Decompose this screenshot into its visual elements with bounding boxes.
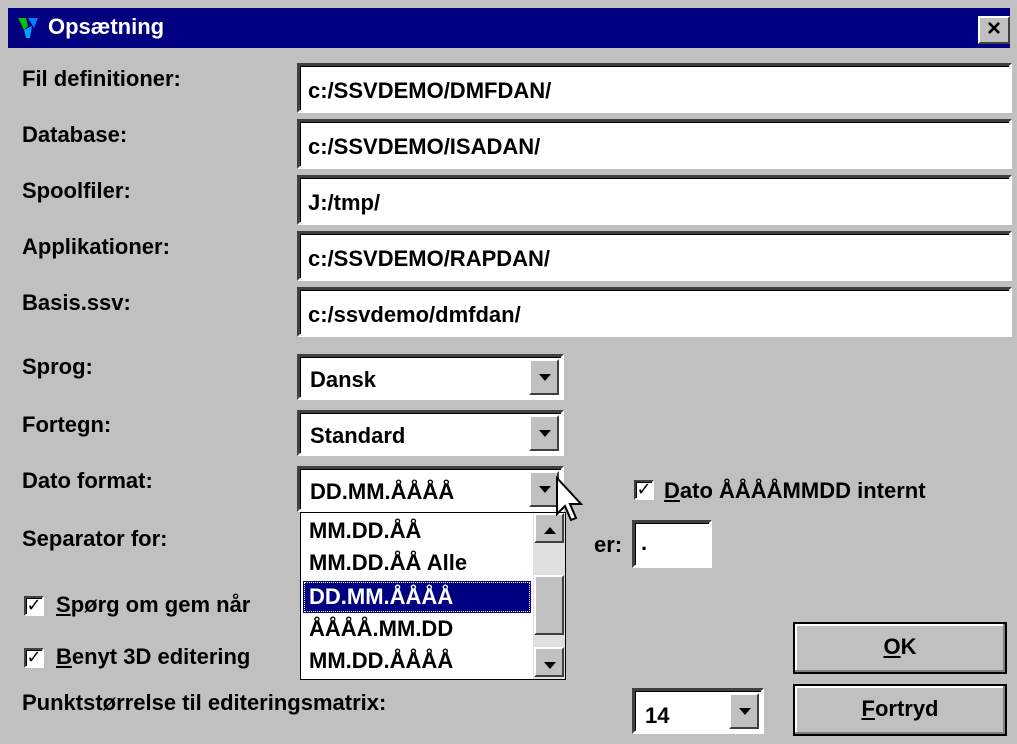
file-definitions-field[interactable]: c:/SSVDEMO/DMFDAN/	[297, 63, 1012, 113]
ask-save-label: Spørg om gem når	[56, 592, 251, 617]
file-definitions-label: Fil definitioner:	[22, 66, 181, 91]
point-size-label: Punktstørrelse til editeringsmatrix:	[22, 690, 387, 715]
sign-value: Standard	[310, 423, 406, 448]
point-size-dropdown-button[interactable]	[729, 693, 759, 729]
sign-select[interactable]: Standard	[297, 410, 564, 456]
chevron-down-icon	[539, 430, 551, 437]
database-field[interactable]: c:/SSVDEMO/ISADAN/	[297, 119, 1012, 169]
scroll-thumb[interactable]	[534, 575, 564, 635]
title-bar: Opsætning ×	[8, 8, 1010, 48]
date-format-value: DD.MM.ÅÅÅÅ	[310, 479, 455, 504]
point-size-value: 14	[645, 703, 670, 728]
spool-files-field[interactable]: J:/tmp/	[297, 175, 1012, 225]
date-format-dropdown-list[interactable]: MM.DD.ÅÅ MM.DD.ÅÅ Alle DD.MM.ÅÅÅÅ ÅÅÅÅ.M…	[300, 512, 566, 680]
chevron-down-icon	[539, 486, 551, 493]
use-3d-label: Benyt 3D editering	[56, 644, 251, 669]
check-icon: ✓	[26, 647, 42, 667]
dropdown-option-selected[interactable]: DD.MM.ÅÅÅÅ	[303, 581, 531, 613]
mouse-pointer-icon	[556, 476, 584, 522]
chevron-down-icon	[539, 374, 551, 381]
use-3d-checkbox[interactable]: ✓	[24, 648, 44, 668]
chevron-down-icon	[739, 708, 751, 715]
language-select[interactable]: Dansk	[297, 354, 564, 400]
applications-field[interactable]: c:/SSVDEMO/RAPDAN/	[297, 231, 1012, 281]
separator-input[interactable]: .	[632, 520, 712, 568]
language-dropdown-button[interactable]	[529, 359, 559, 395]
dropdown-option[interactable]: ÅÅÅÅ.MM.DD	[303, 613, 531, 645]
sign-label: Fortegn:	[22, 412, 112, 437]
chevron-down-icon	[544, 662, 556, 669]
file-definitions-value: c:/SSVDEMO/DMFDAN/	[308, 78, 552, 103]
date-internal-label: Dato ÅÅÅÅMMDD internt	[664, 478, 926, 503]
applications-value: c:/SSVDEMO/RAPDAN/	[308, 246, 551, 271]
separator-tail-label: er:	[594, 532, 623, 557]
database-label: Database:	[22, 122, 128, 147]
cancel-button[interactable]: Fortryd	[793, 684, 1007, 736]
basis-ssv-label: Basis.ssv:	[22, 290, 131, 315]
check-icon: ✓	[26, 595, 42, 615]
close-icon: ×	[986, 15, 1001, 42]
spool-files-label: Spoolfiler:	[22, 178, 131, 203]
ok-button[interactable]: OK	[793, 622, 1007, 674]
chevron-up-icon	[544, 527, 556, 534]
date-internal-checkbox[interactable]: ✓	[634, 480, 654, 500]
dropdown-option[interactable]: MM.DD.ÅÅ Alle	[303, 547, 531, 579]
point-size-select[interactable]: 14	[632, 688, 764, 734]
separator-label: Separator for:	[22, 526, 168, 551]
basis-ssv-value: c:/ssvdemo/dmfdan/	[308, 302, 521, 327]
dropdown-option[interactable]: MM.DD.ÅÅÅÅ	[303, 645, 531, 677]
app-icon	[18, 18, 38, 38]
scroll-down-button[interactable]	[534, 647, 564, 677]
ask-save-checkbox[interactable]: ✓	[24, 596, 44, 616]
basis-ssv-field[interactable]: c:/ssvdemo/dmfdan/	[297, 287, 1012, 337]
date-format-select[interactable]: DD.MM.ÅÅÅÅ	[297, 466, 564, 512]
close-button[interactable]: ×	[978, 16, 1010, 44]
window-title: Opsætning	[48, 14, 165, 39]
database-value: c:/SSVDEMO/ISADAN/	[308, 134, 541, 159]
language-value: Dansk	[310, 367, 377, 392]
check-icon: ✓	[636, 479, 652, 499]
spool-files-value: J:/tmp/	[308, 190, 381, 215]
date-format-label: Dato format:	[22, 468, 153, 493]
applications-label: Applikationer:	[22, 234, 170, 259]
setup-dialog: Opsætning × Fil definitioner: c:/SSVDEMO…	[0, 0, 1017, 744]
language-label: Sprog:	[22, 354, 93, 379]
sign-dropdown-button[interactable]	[529, 415, 559, 451]
dropdown-option[interactable]: MM.DD.ÅÅ	[303, 515, 531, 547]
dropdown-scrollbar[interactable]	[533, 513, 565, 679]
